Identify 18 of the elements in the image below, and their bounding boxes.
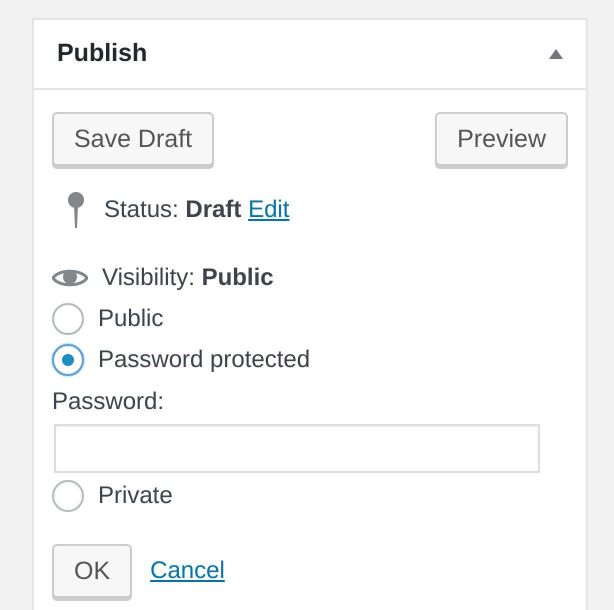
radio-label: Password protected	[98, 345, 310, 375]
save-draft-button[interactable]: Save Draft	[52, 112, 214, 166]
radio-button[interactable]	[52, 344, 84, 376]
radio-button[interactable]	[52, 480, 84, 512]
radio-label: Private	[98, 481, 173, 511]
radio-label: Public	[98, 304, 164, 334]
preview-button[interactable]: Preview	[435, 112, 568, 166]
visibility-text: Visibility: Public	[102, 263, 274, 293]
ok-button[interactable]: OK	[52, 544, 132, 598]
radio-button[interactable]	[52, 303, 84, 335]
password-label: Password:	[52, 387, 164, 417]
cancel-link[interactable]: Cancel	[150, 553, 225, 589]
status-text: Status: Draft Edit	[104, 195, 290, 225]
password-field[interactable]	[54, 424, 540, 473]
pin-icon	[66, 190, 86, 230]
panel-title: Publish	[57, 38, 148, 70]
collapse-toggle-icon[interactable]	[548, 48, 564, 60]
edit-link[interactable]: Edit	[248, 196, 290, 223]
